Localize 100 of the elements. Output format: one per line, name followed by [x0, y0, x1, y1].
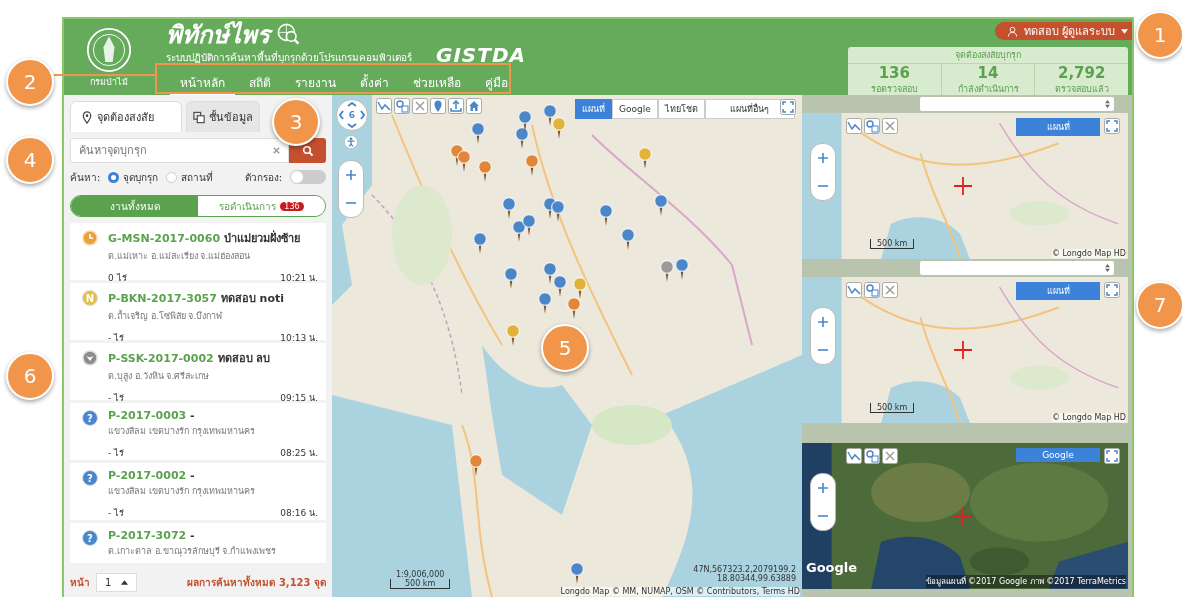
org-label: กรมป่าไม้: [90, 76, 128, 89]
crosshair-icon: [954, 507, 972, 525]
result-total: ผลการค้นหาทั้งหมด 3,123 จุด: [187, 574, 326, 590]
clear-icon[interactable]: [272, 146, 281, 155]
zoom-control[interactable]: [810, 473, 836, 531]
clock-icon: [82, 230, 98, 246]
crosshair-icon: [954, 341, 972, 359]
fullscreen-icon[interactable]: [1104, 282, 1120, 298]
incident-area: - ไร่: [108, 506, 125, 520]
segment-tab[interactable]: รอดำเนินการ 136: [198, 196, 325, 216]
search-icon: [301, 144, 314, 157]
incident-time: 08:25 น.: [280, 447, 318, 460]
updown-icon: [1105, 100, 1110, 108]
location-pin-icon: [81, 110, 93, 124]
incident-location: ต.แม่เหาะ อ.แม่สะเรียง จ.แม่ฮ่องสอน: [108, 250, 252, 263]
incident-card[interactable]: ? P-2017-0002 - แขวงสีลม เขตบางรัก กรุงเทพมหานคร - ไร่ 08:16 น.: [70, 463, 326, 520]
scale-bar: 500 km: [870, 403, 915, 413]
map-attribution: © Longdo Map HD: [1051, 413, 1126, 422]
stat-label: กำลังดำเนินการ: [957, 83, 1019, 96]
page-label: หน้า: [70, 575, 90, 590]
plus-icon[interactable]: [817, 316, 829, 328]
status-icon: ?: [82, 530, 98, 546]
incident-code: P-2017-3072: [108, 529, 187, 542]
radio-option[interactable]: สถานที่: [166, 169, 214, 185]
basemap-select[interactable]: แผนที่: [1016, 282, 1100, 300]
user-menu-button[interactable]: ทดสอบ ผู้ดูแลระบบ: [994, 22, 1132, 40]
close-icon[interactable]: [882, 282, 898, 298]
incident-code: P-SSK-2017-0002: [108, 352, 214, 365]
stat-label: รอตรวจสอบ: [870, 83, 918, 96]
status-icon: ?: [82, 470, 98, 486]
callout-number: 4: [6, 136, 54, 184]
stat-value: 2,792: [1057, 65, 1106, 82]
zoom-box-icon[interactable]: [864, 282, 880, 298]
radio-option[interactable]: จุดบุกรุก: [108, 169, 159, 185]
incident-code: P-2017-0002: [108, 469, 187, 482]
partner-logo: GISTDA: [436, 45, 526, 65]
incident-name: ทดสอบ ลบ: [217, 352, 271, 365]
incident-code: G-MSN-2017-0060: [108, 232, 221, 245]
map-attribution: ข้อมูลแผนที่ ©2017 Google ภาพ ©2017 TerraMetrics: [925, 575, 1126, 588]
incident-location: แขวงสีลม เขตบางรัก กรุงเทพมหานคร: [108, 485, 256, 498]
layers-icon: [193, 110, 205, 124]
incident-location: ต.เกาะตาล อ.ขาณุวรลักษบุรี จ.กำแพงเพชร: [108, 545, 278, 558]
status-icon: ?: [82, 410, 98, 426]
zoom-box-icon[interactable]: [864, 448, 880, 464]
caret-icon: [121, 579, 129, 585]
line-tool-icon[interactable]: [846, 448, 862, 464]
incident-area: - ไร่: [108, 446, 125, 460]
plus-icon[interactable]: [817, 152, 829, 164]
stats-title: จุดต้องสงสัยบุกรุก: [848, 47, 1128, 64]
crosshair-icon: [954, 177, 972, 195]
filter-toggle[interactable]: [290, 170, 326, 184]
basemap-select[interactable]: แผนที่: [1016, 118, 1100, 136]
callout-number: 1: [1136, 11, 1182, 59]
sidebar-tab[interactable]: จุดต้องสงสัย: [70, 101, 182, 132]
incident-name: ป่าแม่ยวมฝั่งซ้าย: [223, 232, 300, 245]
incident-card[interactable]: ? P-2017-3072 - ต.เกาะตาล อ.ขาณุวรลักษบุรี จ.กำแพงเพชร: [70, 523, 326, 563]
close-icon[interactable]: [882, 448, 898, 464]
page-select[interactable]: 1: [96, 572, 138, 592]
callout-number: 6: [6, 352, 54, 400]
callout-number: 2: [6, 58, 54, 106]
user-icon: [1006, 25, 1018, 37]
incident-card[interactable]: ? P-2017-0003 - แขวงสีลม เขตบางรัก กรุงเทพมหานคร - ไร่ 08:25 น.: [70, 403, 326, 460]
callout-number: 7: [1136, 281, 1182, 329]
incident-location: ต.บุสูง อ.วังหิน จ.ศรีสะเกษ: [108, 370, 211, 383]
incident-card[interactable]: N P-BKN-2017-3057 ทดสอบ noti ต.ถ้ำเจริญ อ.โซ่พิสัย จ.บึงกาฬ - ไร่ 10:13 น.: [70, 283, 326, 340]
zoom-box-icon[interactable]: [864, 118, 880, 134]
plus-icon[interactable]: [817, 482, 829, 494]
line-tool-icon[interactable]: [846, 118, 862, 134]
app-subtitle: ระบบปฏิบัติการค้นหาพื้นที่บุกรุกด้วยโปรแกรมคอมพิวเตอร์: [166, 50, 412, 65]
status-icon: N: [82, 290, 98, 306]
line-tool-icon[interactable]: [846, 282, 862, 298]
filter-label: ตัวกรอง:: [244, 170, 282, 185]
scale-bar: 500 km: [870, 239, 915, 249]
search-field[interactable]: ค้นหาจุดบุกรุก: [70, 138, 289, 163]
incident-card[interactable]: G-MSN-2017-0060 ป่าแม่ยวมฝั่งซ้าย ต.แม่เหาะ อ.แม่สะเรียง จ.แม่ฮ่องสอน 0 ไร่ 10:21 น.: [70, 223, 326, 280]
seal-logo-icon: [86, 27, 132, 73]
caret-icon: [1121, 28, 1128, 34]
map-attribution: © Longdo Map HD: [1051, 249, 1126, 258]
incident-code: P-BKN-2017-3057: [108, 292, 217, 305]
fullscreen-icon[interactable]: [1104, 118, 1120, 134]
map-logo: Google: [806, 560, 858, 575]
fullscreen-icon[interactable]: [1104, 448, 1120, 464]
stat-label: ตรวจสอบแล้ว: [1054, 83, 1109, 96]
incident-location: ต.ถ้ำเจริญ อ.โซ่พิสัย จ.บึงกาฬ: [108, 309, 224, 323]
incident-code: P-2017-0003: [108, 409, 187, 422]
incident-name: ทดสอบ noti: [220, 292, 284, 305]
incident-time: 08:16 น.: [280, 507, 318, 520]
incident-name: -: [190, 469, 195, 482]
close-icon[interactable]: [882, 118, 898, 134]
globe-magnifier-icon: [276, 22, 300, 46]
search-by-label: ค้นหา:: [70, 170, 101, 185]
stat-value: 14: [977, 65, 999, 82]
updown-icon: [1105, 264, 1110, 272]
basemap-select[interactable]: Google: [1016, 448, 1100, 462]
stat-value: 136: [878, 65, 910, 82]
sidebar-tab[interactable]: ชั้นข้อมูล: [186, 101, 260, 132]
incident-name: -: [190, 529, 195, 542]
incident-name: -: [190, 409, 195, 422]
incident-location: แขวงสีลม เขตบางรัก กรุงเทพมหานคร: [108, 425, 256, 438]
incident-card[interactable]: P-SSK-2017-0002 ทดสอบ ลบ ต.บุสูง อ.วังหิน จ.ศรีสะเกษ - ไร่ 09:15 น.: [70, 343, 326, 400]
